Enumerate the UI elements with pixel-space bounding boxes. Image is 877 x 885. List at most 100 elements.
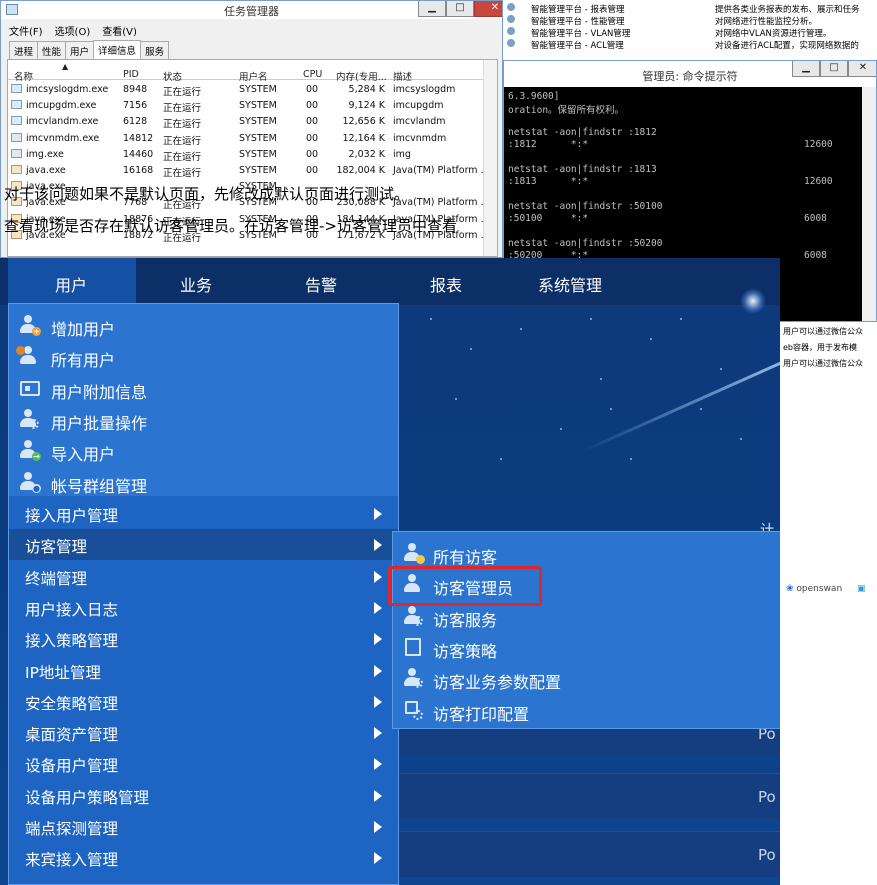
service-row[interactable]: 智能管理平台 - VLAN管理 对网络中VLAN资源进行管理。: [503, 26, 877, 39]
menu-all-users[interactable]: 所有用户: [9, 340, 398, 372]
submenu-entry-label: 端点探测管理: [25, 820, 119, 838]
cell-status: 正在运行: [163, 87, 202, 98]
star-decoration: [470, 348, 472, 350]
user-dropdown-menu: + 增加用户 所有用户 用户附加信息 用户批量操作 → 导入用户 ● 帐号群组管…: [8, 303, 399, 885]
cell-name: img.exe: [26, 148, 64, 160]
table-row[interactable]: imcupgdm.exe 7156 正在运行 SYSTEM 00 9,124 K imcup…: [8, 98, 497, 114]
menu-options[interactable]: 选项(O): [55, 23, 91, 38]
close-button[interactable]: ✕: [474, 1, 502, 17]
submenu-entry[interactable]: 桌面资产管理: [9, 717, 398, 748]
table-row[interactable]: java.exe 16168 正在运行 SYSTEM 00 182,004 K Java(T…: [8, 163, 497, 179]
menu-item-label: 用户附加信息: [51, 383, 148, 402]
cmd-window-controls: ▁ □ ✕: [792, 61, 876, 77]
maximize-button[interactable]: □: [446, 1, 474, 17]
col-status[interactable]: 状态: [163, 69, 182, 83]
cell-status: 正在运行: [163, 103, 202, 115]
submenu-entry[interactable]: 接入策略管理: [9, 623, 398, 654]
guest-submenu: 所有访客 访客管理员 访客服务 访客策略 访客业务参数配置 访客打印配置: [392, 531, 780, 729]
submenu-entry[interactable]: 终端管理: [9, 561, 398, 592]
chevron-right-icon: [374, 695, 382, 708]
cell-pid: 6128: [123, 116, 148, 128]
tab-details[interactable]: 详细信息: [93, 40, 142, 61]
minimize-button[interactable]: ▁: [418, 1, 446, 17]
menu-group-management[interactable]: ● 帐号群组管理: [9, 466, 398, 498]
menu-batch-users[interactable]: 用户批量操作: [9, 403, 398, 435]
cmd-pid-value: 6008: [804, 213, 827, 224]
submenu-entry[interactable]: 安全策略管理: [9, 686, 398, 717]
cmd-close-button[interactable]: ✕: [848, 61, 876, 77]
cell-status: 正在运行: [163, 151, 202, 163]
submenu-entry[interactable]: 设备用户管理: [9, 748, 398, 779]
chevron-right-icon: [374, 789, 382, 802]
star-decoration: [610, 408, 612, 410]
col-name[interactable]: 名称: [14, 69, 33, 83]
cmd-scrollbar[interactable]: [862, 87, 876, 321]
star-decoration: [720, 368, 722, 370]
process-table-scrollbar[interactable]: [483, 60, 497, 256]
submenu-all-guests[interactable]: 所有访客: [393, 537, 780, 569]
submenu-guest-params[interactable]: 访客业务参数配置: [393, 662, 780, 694]
menu-file[interactable]: 文件(F): [9, 23, 43, 38]
nav-report[interactable]: 报表: [430, 272, 462, 296]
cell-user: SYSTEM: [239, 132, 277, 144]
submenu-entry-label: 接入用户管理: [25, 507, 119, 525]
cmd-maximize-button[interactable]: □: [820, 61, 848, 77]
star-decoration: [600, 378, 602, 380]
cell-status: 正在运行: [163, 168, 202, 179]
cell-cpu: 00: [306, 84, 319, 95]
cell-status: 正在运行: [163, 135, 202, 147]
cell-mem: 182,004 K: [336, 165, 385, 176]
cell-user: SYSTEM: [239, 148, 277, 160]
col-description[interactable]: 描述: [393, 69, 412, 83]
col-pid[interactable]: PID: [123, 69, 139, 80]
submenu-entry[interactable]: 来宾接入管理: [9, 842, 398, 873]
nav-alarm[interactable]: 告警: [305, 272, 337, 296]
highlight-box-guest-admin: [388, 566, 542, 606]
submenu-item-label: 访客服务: [433, 611, 498, 630]
cell-desc: Java(TM) Platform ...: [393, 165, 490, 176]
exe-icon: [11, 84, 22, 93]
submenu-guest-policy[interactable]: 访客策略: [393, 631, 780, 663]
menu-user-extra-info[interactable]: 用户附加信息: [9, 372, 398, 404]
service-row[interactable]: 智能管理平台 - ACL管理 对设备进行ACL配置，实现网络数据的: [503, 38, 877, 51]
menu-item-label: 所有用户: [51, 351, 116, 370]
table-row[interactable]: imcvnmdm.exe 14812 正在运行 SYSTEM 00 12,164 K imc…: [8, 131, 497, 147]
table-row[interactable]: imcsyslogdm.exe 8948 正在运行 SYSTEM 00 5,284 K im…: [8, 82, 497, 98]
menu-add-user[interactable]: + 增加用户: [9, 309, 398, 341]
menu-import-user[interactable]: → 导入用户: [9, 434, 398, 466]
chevron-right-icon: [374, 570, 382, 583]
col-user[interactable]: 用户名: [239, 69, 268, 83]
star-decoration: [680, 318, 682, 320]
nav-service[interactable]: 业务: [180, 272, 212, 296]
import-user-icon: →: [19, 440, 41, 461]
service-row[interactable]: 智能管理平台 - 报表管理 提供各类业务报表的发布、展示和任务: [503, 2, 877, 15]
chevron-right-icon: [374, 539, 382, 552]
nav-system[interactable]: 系统管理: [538, 272, 602, 296]
cmd-line: netstat -aon|findstr :1812: [508, 127, 657, 138]
cell-desc: imcsyslogdm: [393, 84, 456, 95]
submenu-entry[interactable]: IP地址管理: [9, 655, 398, 686]
background-row-2: Po: [398, 773, 780, 819]
submenu-entry[interactable]: 访客管理: [9, 529, 398, 561]
submenu-entry[interactable]: 端点探测管理: [9, 811, 398, 842]
submenu-guest-print[interactable]: 访客打印配置: [393, 694, 780, 726]
submenu-entry[interactable]: 设备用户策略管理: [9, 780, 398, 811]
menu-view[interactable]: 查看(V): [102, 23, 137, 38]
nav-user[interactable]: 用户: [55, 272, 87, 296]
cell-user: SYSTEM: [239, 116, 277, 128]
service-desc-3: 用户可以通过微信公众: [783, 359, 863, 368]
submenu-entry[interactable]: 用户接入日志: [9, 592, 398, 623]
table-row[interactable]: imcvlandm.exe 6128 正在运行 SYSTEM 00 12,656 K imc…: [8, 114, 497, 130]
bookmark-openswan[interactable]: ❀ openswan ▣: [786, 584, 866, 594]
table-row[interactable]: img.exe 14460 正在运行 SYSTEM 00 2,032 K img: [8, 147, 497, 163]
col-cpu[interactable]: CPU: [303, 69, 322, 80]
cmd-minimize-button[interactable]: ▁: [792, 61, 820, 77]
chevron-right-icon: [374, 601, 382, 614]
submenu-entry[interactable]: 接入用户管理: [9, 498, 398, 529]
service-row[interactable]: 智能管理平台 - 性能管理 对网络进行性能监控分析。: [503, 14, 877, 27]
exe-icon: [11, 148, 22, 158]
guest-service-icon: [403, 606, 423, 626]
col-memory[interactable]: 内存(专用...: [336, 69, 387, 83]
cell-desc: imcupgdm: [393, 100, 444, 112]
chevron-right-icon: [374, 852, 382, 865]
